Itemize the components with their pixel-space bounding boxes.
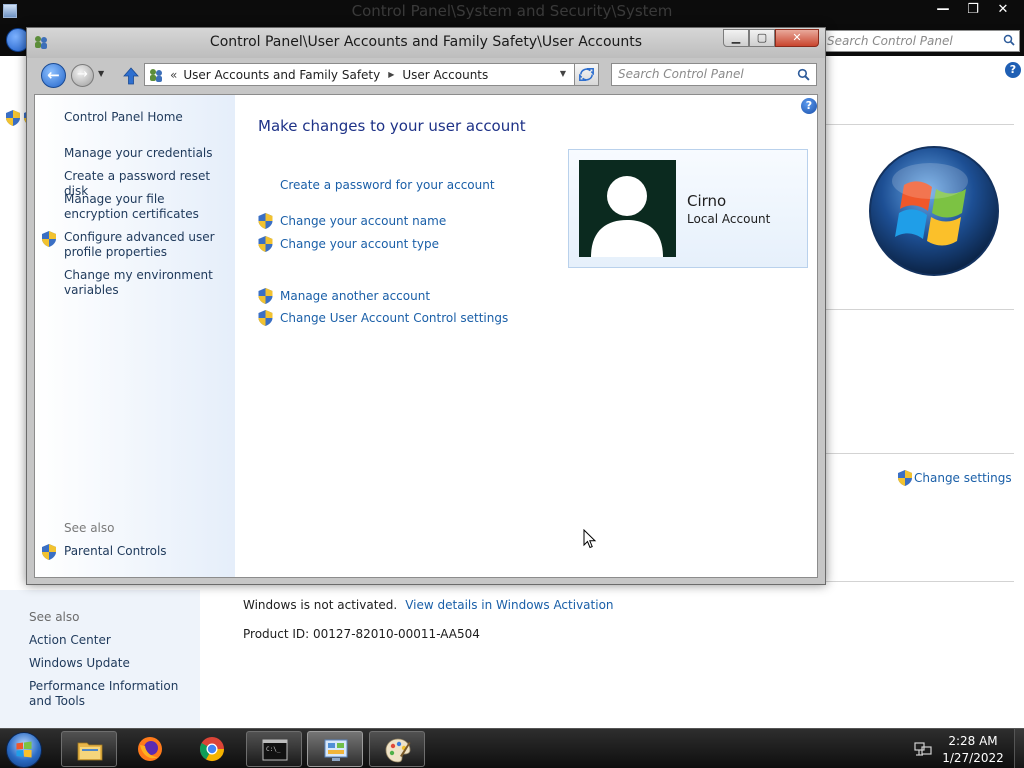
forward-button[interactable]: → [71, 64, 94, 87]
action-center-link[interactable]: Action Center [29, 633, 111, 648]
manage-credentials-link[interactable]: Manage your credentials [64, 146, 229, 161]
product-id: Product ID: 00127-82010-00011-AA504 [243, 627, 480, 641]
firefox-icon [138, 737, 162, 761]
search-placeholder: Search Control Panel [618, 67, 744, 81]
advanced-profile-link[interactable]: Configure advanced user profile properti… [64, 230, 229, 260]
taskbar-file-explorer[interactable] [61, 731, 117, 767]
uac-shield-icon [258, 288, 273, 304]
uac-shield-icon [258, 213, 273, 229]
account-card: Cirno Local Account [568, 149, 808, 268]
content-area: Control Panel Home Manage your credentia… [34, 94, 818, 578]
navigation-bar: ← → ▼ « User Accounts and Family Safety … [27, 58, 825, 92]
taskbar: C:\_ 2:28 AM 1/27/2022 [0, 728, 1024, 768]
system-search-placeholder: Search Control Panel [827, 34, 953, 48]
windows-flag-icon [16, 741, 32, 758]
taskbar-command-prompt[interactable]: C:\_ [246, 731, 302, 767]
back-button[interactable]: ← [41, 63, 66, 88]
breadcrumb-family-safety[interactable]: User Accounts and Family Safety [183, 68, 380, 82]
start-button[interactable] [6, 732, 42, 768]
change-settings-link[interactable]: Change settings [898, 470, 1012, 486]
page-title: Make changes to your user account [258, 117, 526, 135]
paint-palette-icon [385, 738, 411, 763]
control-panel-icon [324, 739, 348, 761]
change-settings-label: Change settings [914, 471, 1012, 485]
taskbar-paint[interactable] [369, 731, 425, 767]
separator [826, 309, 1014, 310]
windows-update-link[interactable]: Windows Update [29, 656, 130, 671]
system-close-button[interactable]: ✕ [988, 0, 1018, 20]
manage-another-account-link[interactable]: Manage another account [280, 289, 430, 303]
left-navigation-pane: Control Panel Home Manage your credentia… [35, 95, 235, 577]
search-input[interactable]: Search Control Panel [611, 63, 817, 86]
maximize-button[interactable]: ▢ [749, 29, 775, 47]
user-accounts-window: Control Panel\User Accounts and Family S… [26, 27, 826, 585]
user-accounts-titlebar[interactable]: Control Panel\User Accounts and Family S… [27, 28, 825, 58]
uac-shield-icon [258, 236, 273, 252]
up-arrow-icon[interactable] [123, 67, 139, 85]
parental-controls-link[interactable]: Parental Controls [64, 544, 229, 559]
help-icon[interactable]: ? [801, 98, 817, 114]
create-password-link[interactable]: Create a password for your account [280, 178, 495, 192]
mouse-cursor-icon [583, 529, 597, 549]
control-panel-home-link[interactable]: Control Panel Home [64, 110, 183, 124]
command-prompt-icon: C:\_ [262, 739, 288, 761]
system-see-also-label: See also [29, 610, 80, 624]
search-icon [1003, 34, 1015, 46]
address-overflow[interactable]: « [170, 68, 177, 82]
avatar[interactable] [579, 160, 676, 257]
windows-logo [869, 146, 999, 276]
file-encryption-link[interactable]: Manage your file encryption certificates [64, 192, 229, 222]
environment-variables-link[interactable]: Change my environment variables [64, 268, 229, 298]
taskbar-chrome[interactable] [184, 731, 240, 767]
system-minimize-button[interactable]: — [928, 0, 958, 20]
activation-status-text: Windows is not activated. [243, 598, 398, 612]
user-silhouette-icon [591, 176, 663, 257]
separator [826, 581, 1014, 582]
separator [826, 124, 1014, 125]
taskbar-control-panel[interactable] [307, 731, 363, 767]
network-icon[interactable] [914, 741, 932, 757]
user-accounts-title: Control Panel\User Accounts and Family S… [209, 34, 643, 50]
recent-pages-dropdown[interactable]: ▼ [98, 69, 104, 78]
clock-time[interactable]: 2:28 AM [940, 734, 1006, 748]
search-icon[interactable] [797, 68, 810, 81]
folder-icon [77, 742, 103, 761]
system-maximize-button[interactable]: ❐ [958, 0, 988, 20]
performance-info-link[interactable]: Performance Information and Tools [29, 679, 199, 709]
uac-shield-icon [6, 110, 20, 126]
show-desktop-button[interactable] [1014, 729, 1024, 768]
uac-settings-link[interactable]: Change User Account Control settings [280, 311, 508, 325]
taskbar-firefox[interactable] [122, 731, 178, 767]
system-window-title: Control Panel\System and Security\System [351, 2, 673, 20]
breadcrumb-separator[interactable]: ▶ [388, 70, 394, 79]
uac-shield-icon [42, 544, 56, 560]
breadcrumb-user-accounts[interactable]: User Accounts [402, 68, 488, 82]
activation-status: Windows is not activated. View details in… [243, 598, 614, 612]
address-dropdown[interactable]: ▼ [560, 69, 566, 78]
clock-date[interactable]: 1/27/2022 [940, 751, 1006, 765]
close-button[interactable]: ✕ [775, 29, 819, 47]
uac-shield-icon [42, 231, 56, 247]
uac-shield-icon [258, 310, 273, 326]
see-also-label: See also [64, 521, 115, 535]
change-account-name-link[interactable]: Change your account name [280, 214, 446, 228]
account-type: Local Account [687, 212, 771, 226]
uac-shield-icon [898, 470, 912, 486]
change-account-type-link[interactable]: Change your account type [280, 237, 439, 251]
refresh-icon [579, 68, 594, 81]
separator [826, 453, 1014, 454]
address-bar[interactable]: « User Accounts and Family Safety ▶ User… [144, 63, 599, 86]
system-search-input[interactable]: Search Control Panel [822, 30, 1020, 52]
system-window-titlebar[interactable]: Control Panel\System and Security\System… [0, 0, 1024, 24]
help-icon[interactable]: ? [1005, 62, 1021, 78]
account-name: Cirno [687, 192, 727, 210]
svg-text:C:\_: C:\_ [266, 746, 281, 753]
activation-details-link[interactable]: View details in Windows Activation [405, 598, 613, 612]
control-panel-icon [150, 68, 162, 82]
minimize-button[interactable]: ▁ [723, 29, 749, 47]
chrome-icon [199, 737, 224, 762]
refresh-button[interactable] [574, 63, 599, 86]
